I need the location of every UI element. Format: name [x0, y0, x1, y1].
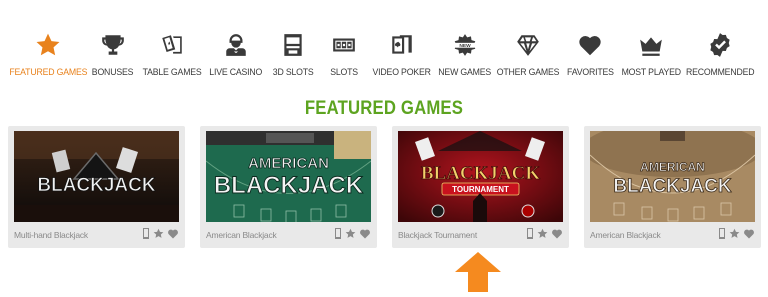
- category-label: FAVORITES: [566, 67, 614, 78]
- thumbnail-title: AMERICAN: [640, 160, 705, 174]
- mobile-icon[interactable]: [718, 228, 726, 239]
- game-name[interactable]: American Blackjack: [206, 230, 277, 240]
- slot-machine-icon: [278, 30, 308, 60]
- category-most-played[interactable]: MOST PLAYED: [621, 30, 681, 78]
- game-card[interactable]: AMERICAN BLACKJACK American Blackjack: [584, 126, 761, 248]
- playing-cards-icon: [157, 30, 187, 60]
- star-icon[interactable]: [345, 228, 356, 239]
- category-featured-games[interactable]: FEATURED GAMES: [9, 30, 87, 78]
- heart-icon: [575, 30, 605, 60]
- arrow-up-icon: [455, 252, 501, 292]
- category-label: SLOTS: [330, 67, 358, 78]
- game-thumbnail[interactable]: AMERICAN BLACKJACK: [206, 131, 371, 222]
- category-recommended[interactable]: Recommended: [686, 30, 754, 78]
- mobile-icon[interactable]: [526, 228, 534, 239]
- game-card[interactable]: BLACKJACK TOURNAMENT Blackjack Tournamen…: [392, 126, 569, 248]
- heart-icon[interactable]: [743, 228, 755, 239]
- heart-icon[interactable]: [167, 228, 179, 239]
- game-name[interactable]: Blackjack Tournament: [398, 230, 477, 240]
- category-nav: FEATURED GAMES BONUSES TABLE GAMES LIVE …: [0, 30, 768, 86]
- category-label: 3D SLOTS: [272, 67, 314, 78]
- category-label: OTHER GAMES: [496, 67, 560, 78]
- dealer-icon: [221, 30, 251, 60]
- thumbnail-title: BLACKJACK: [37, 175, 156, 196]
- star-icon: [33, 30, 63, 60]
- category-label: NEW GAMES: [438, 67, 492, 78]
- crown-icon: [636, 30, 666, 60]
- category-live-casino[interactable]: LIVE CASINO: [210, 30, 263, 78]
- game-card[interactable]: BLACKJACK Multi-hand Blackjack: [8, 126, 185, 248]
- trophy-icon: [98, 30, 128, 60]
- heart-icon[interactable]: [359, 228, 371, 239]
- thumbnail-title: AMERICAN: [248, 155, 329, 172]
- category-label: Recommended: [685, 67, 755, 78]
- video-poker-icon: [387, 30, 417, 60]
- category-label: FEATURED GAMES: [9, 67, 87, 78]
- category-other-games[interactable]: OTHER GAMES: [497, 30, 559, 78]
- new-badge-icon: NEW: [450, 30, 480, 60]
- game-thumbnail[interactable]: BLACKJACK TOURNAMENT: [398, 131, 563, 222]
- category-3d-slots[interactable]: 3D SLOTS: [272, 30, 314, 78]
- mobile-icon[interactable]: [334, 228, 342, 239]
- category-label: MOST PLAYED: [621, 67, 681, 78]
- thumbnail-title: BLACKJACK: [421, 163, 541, 184]
- category-video-poker[interactable]: VIDEO POKER: [373, 30, 431, 78]
- diamond-icon: [513, 30, 543, 60]
- star-icon[interactable]: [153, 228, 164, 239]
- star-icon[interactable]: [729, 228, 740, 239]
- thumbnail-subtitle: TOURNAMENT: [452, 185, 509, 194]
- game-actions: [526, 228, 563, 239]
- game-thumbnail[interactable]: BLACKJACK: [14, 131, 179, 222]
- section-title: FEATURED GAMES: [304, 98, 464, 119]
- category-table-games[interactable]: TABLE GAMES: [142, 30, 202, 78]
- game-name[interactable]: Multi-hand Blackjack: [14, 230, 88, 240]
- game-actions: [142, 228, 179, 239]
- game-name[interactable]: American Blackjack: [590, 230, 661, 240]
- game-card[interactable]: AMERICAN BLACKJACK American Blackjack: [200, 126, 377, 248]
- category-slots[interactable]: SLOTS: [329, 30, 359, 78]
- game-actions: [718, 228, 755, 239]
- game-actions: [334, 228, 371, 239]
- svg-text:NEW: NEW: [459, 43, 471, 49]
- category-bonuses[interactable]: BONUSES: [92, 30, 134, 78]
- game-thumbnail[interactable]: AMERICAN BLACKJACK: [590, 131, 755, 222]
- thumbnail-subtitle: BLACKJACK: [214, 172, 364, 199]
- category-label: BONUSES: [92, 67, 134, 78]
- category-favorites[interactable]: FAVORITES: [567, 30, 614, 78]
- star-icon[interactable]: [537, 228, 548, 239]
- check-badge-icon: [705, 30, 735, 60]
- category-label: LIVE CASINO: [209, 67, 263, 78]
- category-label: VIDEO POKER: [372, 67, 432, 78]
- category-label: TABLE GAMES: [142, 67, 202, 78]
- thumbnail-subtitle: BLACKJACK: [613, 176, 732, 197]
- heart-icon[interactable]: [551, 228, 563, 239]
- slot-reels-icon: [329, 30, 359, 60]
- mobile-icon[interactable]: [142, 228, 150, 239]
- category-new-games[interactable]: NEW NEW GAMES: [439, 30, 492, 78]
